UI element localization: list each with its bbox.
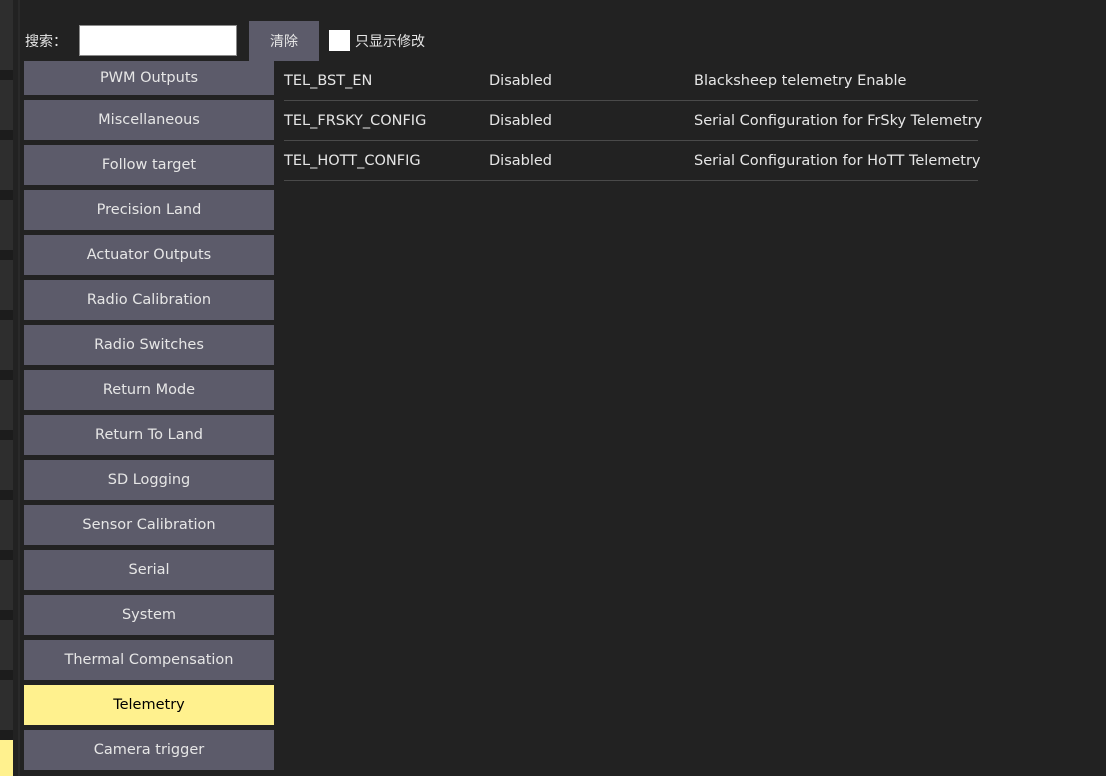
param-name: TEL_FRSKY_CONFIG	[284, 113, 427, 129]
outer-toolbar-tile[interactable]	[0, 620, 13, 670]
parameters-page: 搜索： 清除 只显示修改 PWM Outputs Miscellaneous F…	[0, 0, 1106, 776]
group-item-label: Precision Land	[96, 202, 202, 218]
group-item-label: Sensor Calibration	[82, 517, 216, 533]
modified-only-checkbox[interactable]	[329, 30, 350, 51]
param-description: Blacksheep telemetry Enable	[694, 73, 907, 89]
param-value: Disabled	[489, 113, 552, 129]
param-value: Disabled	[489, 73, 552, 89]
group-item-label: Follow target	[101, 157, 197, 173]
group-item-pwm-outputs[interactable]: PWM Outputs	[24, 61, 274, 95]
outer-toolbar-tile[interactable]	[0, 380, 13, 430]
group-item-label: Return To Land	[95, 427, 203, 443]
outer-toolbar-tile[interactable]	[0, 500, 13, 550]
group-item-label: Thermal Compensation	[64, 652, 234, 668]
group-item-precision-land[interactable]: Precision Land	[24, 190, 274, 230]
outer-toolbar-strip	[0, 0, 13, 776]
group-item-sd-logging[interactable]: SD Logging	[24, 460, 274, 500]
group-item-follow-target[interactable]: Follow target	[24, 145, 274, 185]
group-item-radio-calibration[interactable]: Radio Calibration	[24, 280, 274, 320]
group-item-label: Actuator Outputs	[86, 247, 212, 263]
param-name: TEL_BST_EN	[284, 73, 373, 89]
group-item-label: SD Logging	[107, 472, 191, 488]
group-item-sensor-calibration[interactable]: Sensor Calibration	[24, 505, 274, 545]
group-item-telemetry[interactable]: Telemetry	[24, 685, 274, 725]
outer-toolbar-tile[interactable]	[0, 320, 13, 370]
modified-only-label: 只显示修改	[355, 34, 425, 50]
outer-toolbar-tile[interactable]	[0, 260, 13, 310]
table-row[interactable]: TEL_HOTT_CONFIG Disabled Serial Configur…	[284, 141, 981, 181]
group-item-label: PWM Outputs	[99, 70, 199, 86]
table-row[interactable]: TEL_FRSKY_CONFIG Disabled Serial Configu…	[284, 101, 982, 141]
group-item-system[interactable]: System	[24, 595, 274, 635]
group-item-miscellaneous[interactable]: Miscellaneous	[24, 100, 274, 140]
group-item-thermal-compensation[interactable]: Thermal Compensation	[24, 640, 274, 680]
group-item-actuator-outputs[interactable]: Actuator Outputs	[24, 235, 274, 275]
group-item-label: System	[121, 607, 177, 623]
panel-divider	[18, 0, 20, 776]
outer-toolbar-tile[interactable]	[0, 140, 13, 190]
group-item-label: Telemetry	[113, 697, 185, 713]
group-item-label: Miscellaneous	[98, 112, 200, 128]
clear-button[interactable]: 清除	[249, 21, 319, 61]
search-input[interactable]	[79, 25, 237, 56]
group-item-return-to-land[interactable]: Return To Land	[24, 415, 274, 455]
group-item-return-mode[interactable]: Return Mode	[24, 370, 274, 410]
group-item-label: Radio Calibration	[86, 292, 212, 308]
group-item-radio-switches[interactable]: Radio Switches	[24, 325, 274, 365]
table-row[interactable]: TEL_BST_EN Disabled Blacksheep telemetry…	[284, 61, 978, 101]
group-item-label: Serial	[128, 562, 170, 578]
outer-toolbar-tile[interactable]	[0, 200, 13, 250]
group-item-label: Radio Switches	[94, 337, 204, 353]
outer-toolbar-tile[interactable]	[0, 440, 13, 490]
param-name: TEL_HOTT_CONFIG	[284, 153, 421, 169]
outer-toolbar-tile[interactable]	[0, 680, 13, 730]
group-item-camera-trigger[interactable]: Camera trigger	[24, 730, 274, 770]
group-item-label: Return Mode	[102, 382, 196, 398]
param-description: Serial Configuration for HoTT Telemetry	[694, 153, 981, 169]
group-item-label: Camera trigger	[93, 742, 205, 758]
param-value: Disabled	[489, 153, 552, 169]
search-label: 搜索：	[25, 34, 67, 50]
outer-toolbar-tile[interactable]	[0, 560, 13, 610]
outer-toolbar-tile[interactable]	[0, 80, 13, 130]
outer-toolbar-tile[interactable]	[0, 0, 13, 70]
group-item-serial[interactable]: Serial	[24, 550, 274, 590]
param-description: Serial Configuration for FrSky Telemetry	[694, 113, 983, 129]
outer-toolbar-tile-active[interactable]	[0, 740, 13, 776]
